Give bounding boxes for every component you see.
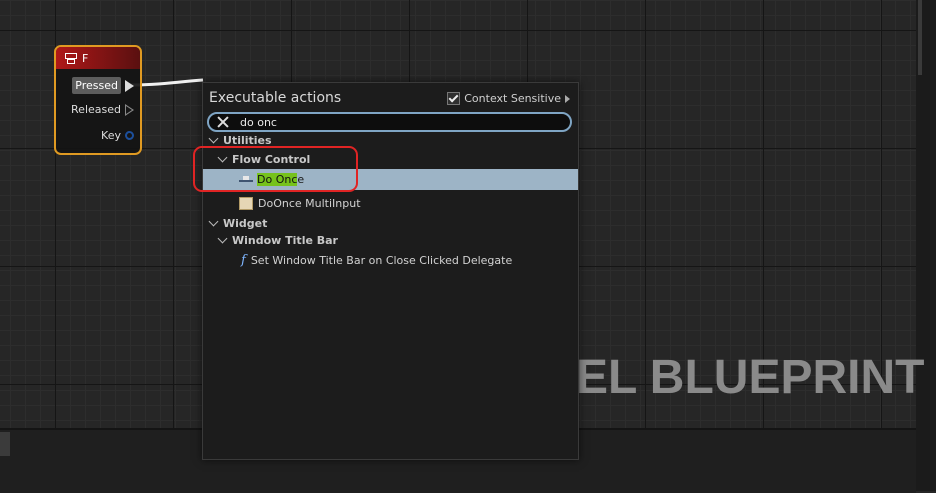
clear-icon[interactable] (216, 115, 230, 129)
popup-title: Executable actions (209, 90, 342, 106)
data-pin-icon[interactable] (125, 131, 134, 140)
pin-pressed[interactable]: Pressed (72, 77, 134, 94)
checkbox-icon[interactable] (447, 92, 461, 105)
input-event-node-f[interactable]: F Pressed Released Key (54, 45, 142, 155)
tree-label: Set Window Title Bar on Close Clicked De… (250, 253, 513, 267)
node-title: F (82, 51, 89, 65)
action-menu-popup: Executable actions Context Sensitive Uti… (202, 82, 579, 460)
chevron-right-icon[interactable] (565, 94, 570, 103)
key-icon (64, 52, 77, 64)
pin-label-key: Key (101, 129, 121, 142)
annotation-highlight-box (193, 146, 358, 192)
tree-item-do-once-multiinput[interactable]: DoOnce MultiInput (203, 193, 614, 213)
tree-label: Window Title Bar (232, 233, 338, 247)
tree-label: Utilities (223, 133, 272, 147)
tree-label: Widget (223, 216, 268, 230)
function-icon: f (241, 252, 246, 268)
pin-label-pressed: Pressed (72, 77, 121, 94)
exec-pin-icon[interactable] (125, 79, 134, 92)
pin-key[interactable]: Key (101, 129, 134, 142)
chevron-down-icon (208, 133, 219, 143)
chevron-down-icon (208, 216, 219, 226)
tree-label: DoOnce MultiInput (258, 196, 361, 210)
tree-item-set-window-title-bar[interactable]: f Set Window Title Bar on Close Clicked … (203, 250, 616, 270)
search-input[interactable] (240, 115, 540, 129)
pin-released[interactable]: Released (71, 103, 134, 116)
search-box[interactable] (207, 112, 572, 132)
chevron-down-icon (217, 233, 228, 243)
context-sensitive-toggle[interactable]: Context Sensitive (447, 92, 570, 105)
tree-category-window-title-bar[interactable]: Window Title Bar (203, 230, 594, 250)
multi-input-icon (239, 196, 253, 210)
tree-category-utilities[interactable]: Utilities (203, 133, 585, 147)
pin-label-released: Released (71, 103, 121, 116)
node-header[interactable]: F (56, 47, 140, 69)
exec-pin-icon[interactable] (125, 103, 134, 116)
context-sensitive-label: Context Sensitive (464, 92, 561, 105)
